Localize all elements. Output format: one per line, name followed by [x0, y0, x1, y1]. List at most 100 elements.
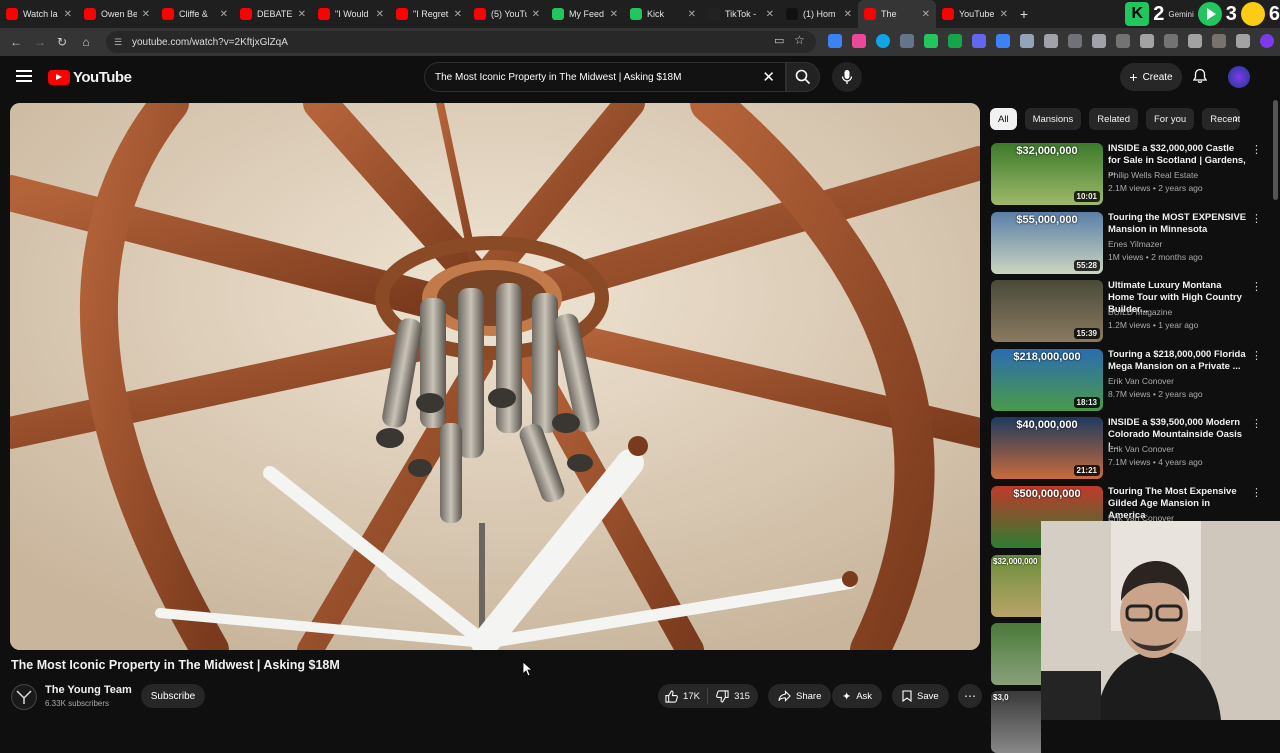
extension-icon[interactable] [876, 34, 890, 48]
video-thumbnail[interactable]: $55,000,000 55:28 [991, 211, 1103, 274]
video-thumbnail[interactable]: $3,0 [991, 691, 1041, 753]
browser-tab[interactable]: Watch la ✕ [0, 0, 78, 28]
channel-name[interactable]: The Young Team [45, 684, 132, 696]
extension-icon[interactable] [948, 34, 962, 48]
tab-close-icon[interactable]: ✕ [1000, 9, 1008, 20]
subscribe-button[interactable]: Subscribe [141, 684, 205, 708]
recommended-video[interactable]: $40,000,000 21:21 INSIDE a $39,500,000 Mod… [991, 417, 1271, 480]
browser-tab[interactable]: TikTok - ✕ [702, 0, 780, 28]
like-button[interactable]: 17K [658, 688, 708, 704]
video-player[interactable] [10, 103, 980, 650]
voice-search-button[interactable] [832, 62, 862, 92]
extension-icon[interactable] [1236, 34, 1250, 48]
browser-tab[interactable]: (5) YouTu ✕ [468, 0, 546, 28]
browser-tab[interactable]: "I Would ✕ [312, 0, 390, 28]
extension-counter-3[interactable]: 6 [1269, 3, 1280, 26]
recommended-channel-name[interactable]: BUILD Magazine [1108, 307, 1172, 317]
tab-close-icon[interactable]: ✕ [142, 9, 150, 20]
more-vertical-icon[interactable]: ⋮ [1251, 280, 1262, 293]
extension-icon[interactable] [1068, 34, 1082, 48]
more-vertical-icon[interactable]: ⋮ [1251, 143, 1262, 156]
video-thumbnail[interactable]: 15:39 [991, 280, 1103, 343]
channel-avatar[interactable] [11, 684, 37, 710]
video-thumbnail[interactable] [991, 623, 1041, 685]
browser-tab[interactable]: My Feed ✕ [546, 0, 624, 28]
extension-counter-2[interactable]: 3 [1226, 3, 1237, 26]
filter-chip[interactable]: Related [1089, 108, 1138, 130]
recommended-video[interactable]: 15:39 Ultimate Luxury Montana Home Tour w… [991, 280, 1271, 343]
more-vertical-icon[interactable]: ⋮ [1251, 349, 1262, 362]
back-icon[interactable]: ← [4, 35, 28, 49]
browser-tab[interactable]: Cliffe & ✕ [156, 0, 234, 28]
extension-icon[interactable] [1212, 34, 1226, 48]
extension-icon[interactable] [1092, 34, 1106, 48]
ask-button[interactable]: ✦ Ask [832, 684, 883, 708]
tab-close-icon[interactable]: ✕ [532, 9, 540, 20]
youtube-logo[interactable]: YouTube [48, 69, 132, 86]
recommended-video[interactable]: $218,000,000 18:13 Touring a $218,000,000 … [991, 348, 1271, 411]
tab-close-icon[interactable]: ✕ [298, 9, 306, 20]
bookmark-star-icon[interactable]: ☆ [794, 33, 805, 47]
tab-close-icon[interactable]: ✕ [610, 9, 618, 20]
site-info-icon[interactable]: ☰ [114, 37, 126, 48]
url-field[interactable]: ☰ youtube.com/watch?v=2KftjxGlZqA [106, 31, 816, 53]
extension-icon[interactable] [828, 34, 842, 48]
chevron-right-icon[interactable]: › [1234, 111, 1252, 129]
home-icon[interactable]: ⌂ [74, 35, 98, 49]
tab-close-icon[interactable]: ✕ [922, 9, 930, 20]
browser-tab[interactable]: (1) Hom ✕ [780, 0, 858, 28]
recommended-channel-name[interactable]: Erik Van Conover [1108, 376, 1174, 386]
save-button[interactable]: Save [892, 684, 949, 708]
extension-icon[interactable] [1044, 34, 1058, 48]
browser-tab[interactable]: YouTube ✕ [936, 0, 1014, 28]
extension-icon[interactable] [924, 34, 938, 48]
video-thumbnail[interactable]: $32,000,000 10:01 [991, 143, 1103, 205]
create-button[interactable]: + Create [1120, 63, 1182, 91]
tab-close-icon[interactable]: ✕ [220, 9, 228, 20]
play-extension-icon[interactable] [1197, 2, 1222, 26]
video-thumbnail[interactable]: $40,000,000 21:21 [991, 417, 1103, 480]
browser-tab[interactable]: Kick ✕ [624, 0, 702, 28]
extension-icon[interactable] [1020, 34, 1034, 48]
extension-icon[interactable] [996, 34, 1010, 48]
more-actions-button[interactable]: ⋯ [958, 684, 982, 708]
browser-tab[interactable]: DEBATE! ✕ [234, 0, 312, 28]
extension-counter-1[interactable]: 2 [1153, 3, 1164, 26]
recommended-channel-name[interactable]: Philip Wells Real Estate [1108, 170, 1198, 180]
recommended-channel-name[interactable]: Erik Van Conover [1108, 444, 1174, 454]
filter-chip[interactable]: All [990, 108, 1017, 130]
share-button[interactable]: Share [768, 684, 832, 708]
account-avatar[interactable] [1228, 66, 1250, 88]
tab-close-icon[interactable]: ✕ [376, 9, 384, 20]
search-input[interactable]: The Most Iconic Property in The Midwest … [424, 62, 786, 92]
dislike-button[interactable]: 315 [708, 689, 758, 703]
more-vertical-icon[interactable]: ⋮ [1251, 212, 1262, 225]
clear-search-icon[interactable]: ✕ [762, 68, 775, 86]
bell-icon[interactable] [1192, 68, 1208, 84]
tab-close-icon[interactable]: ✕ [64, 9, 72, 20]
gemini-label[interactable]: Gemini [1168, 10, 1193, 19]
extension-icon[interactable] [972, 34, 986, 48]
extension-icon[interactable] [900, 34, 914, 48]
hamburger-icon[interactable] [16, 70, 32, 82]
tab-close-icon[interactable]: ✕ [454, 9, 462, 20]
tab-close-icon[interactable]: ✕ [844, 9, 852, 20]
recommended-video[interactable]: $55,000,000 55:28 Touring the MOST EXPENSI… [991, 211, 1271, 274]
search-button[interactable] [786, 62, 820, 92]
tab-close-icon[interactable]: ✕ [688, 9, 696, 20]
tab-close-icon[interactable]: ✕ [766, 9, 774, 20]
sidebar-scrollbar[interactable] [1273, 100, 1278, 200]
more-vertical-icon[interactable]: ⋮ [1251, 486, 1262, 499]
cast-icon[interactable]: ▭ [774, 34, 784, 47]
browser-tab[interactable]: The ✕ [858, 0, 936, 28]
filter-chip[interactable]: For you [1145, 108, 1195, 130]
profile-avatar-icon[interactable] [1260, 34, 1274, 48]
video-thumbnail[interactable]: $32,000,000 [991, 555, 1041, 617]
more-vertical-icon[interactable]: ⋮ [1251, 417, 1262, 430]
video-thumbnail[interactable]: $218,000,000 18:13 [991, 348, 1103, 411]
emoji-extension-icon[interactable] [1240, 2, 1265, 26]
filter-chip[interactable]: Mansions [1024, 108, 1082, 130]
extension-icon[interactable] [1164, 34, 1178, 48]
browser-tab[interactable]: Owen Be ✕ [78, 0, 156, 28]
recommended-video[interactable]: $32,000,000 10:01 INSIDE a $32,000,000 Cas… [991, 143, 1271, 205]
